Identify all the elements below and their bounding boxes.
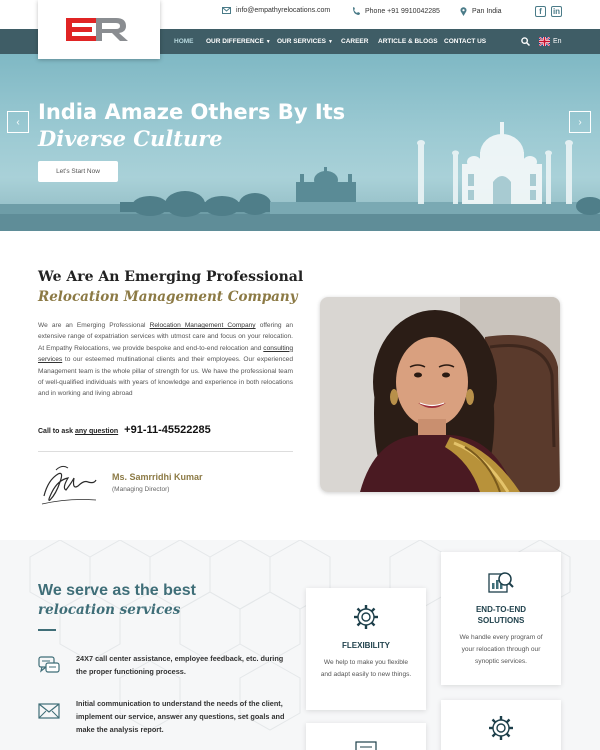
gear-icon: [489, 716, 513, 740]
relocation-management-link[interactable]: Relocation Management Company: [150, 322, 256, 329]
end-to-end-card[interactable]: END-TO-END SOLUTIONS We handle every pro…: [441, 552, 561, 685]
divider: [38, 451, 293, 452]
call-label: Call to ask any question: [38, 428, 118, 435]
hero-title: India Amaze Others By Its: [38, 100, 346, 124]
about-text-1: We are an Emerging Professional: [38, 322, 146, 329]
facebook-icon[interactable]: f: [535, 6, 546, 17]
logo-mark: [66, 17, 128, 41]
site-logo[interactable]: [38, 0, 160, 59]
nav-articles-blogs-label: ARTICLE & BLOGS: [378, 38, 438, 45]
slider-prev-button[interactable]: ‹: [7, 111, 29, 133]
service-card[interactable]: [306, 723, 426, 750]
top-bar: info@empathyrelocations.com Phone +91 99…: [0, 0, 600, 59]
nav-contact-us-label: CONTACT US: [444, 38, 487, 45]
service-item-text: 24X7 call center assistance, employee fe…: [76, 654, 284, 676]
location-contact: Pan India: [460, 7, 502, 16]
call-prefix: Call to ask: [38, 428, 74, 435]
nav-our-difference[interactable]: OUR DIFFERENCE ▼: [206, 29, 271, 54]
phone-contact[interactable]: Phone +91 9910042285: [352, 7, 440, 15]
card-description: We handle every program of your relocati…: [459, 634, 543, 665]
signature-image: [41, 465, 97, 505]
nav-our-difference-label: OUR DIFFERENCE: [206, 38, 264, 45]
director-photo: [320, 297, 560, 492]
card-title: FLEXIBILITY: [342, 641, 390, 650]
document-icon: [355, 741, 377, 750]
mail-icon: [222, 7, 231, 14]
chevron-right-icon: ›: [578, 116, 582, 128]
nav-home-label: HOME: [174, 38, 194, 45]
card-title: END-TO-END SOLUTIONS: [475, 605, 527, 625]
lets-start-button[interactable]: Let's Start Now: [38, 161, 118, 182]
nav-contact-us[interactable]: CONTACT US: [444, 29, 486, 54]
about-paragraph: We are an Emerging Professional Relocati…: [38, 320, 293, 400]
email-contact[interactable]: info@empathyrelocations.com: [222, 7, 330, 14]
chevron-down-icon: ▼: [328, 39, 333, 45]
linkedin-icon[interactable]: in: [551, 6, 562, 17]
director-portrait-illustration: [320, 297, 560, 492]
chevron-left-icon: ‹: [16, 116, 20, 128]
nav-career-label: CAREER: [341, 38, 369, 45]
envelope-icon: [38, 703, 60, 719]
search-icon[interactable]: [521, 37, 530, 46]
language-selector[interactable]: En: [553, 29, 562, 54]
service-card[interactable]: [441, 700, 561, 750]
nav-career[interactable]: CAREER: [341, 29, 368, 54]
slider-next-button[interactable]: ›: [569, 111, 591, 133]
gear-icon: [354, 605, 378, 629]
about-subheading: Relocation Management Company: [38, 289, 298, 305]
director-name: Ms. Samrridhi Kumar: [112, 472, 203, 482]
nav-our-services[interactable]: OUR SERVICES ▼: [277, 29, 333, 54]
chat-icon: [38, 656, 60, 673]
flexibility-card[interactable]: FLEXIBILITY We help to make you flexible…: [306, 588, 426, 710]
phone-icon: [353, 7, 360, 15]
about-heading: We Are An Emerging Professional: [38, 269, 304, 285]
about-text-3: to our esteemed multinational clients an…: [38, 356, 293, 398]
heading-underline: [38, 629, 56, 631]
services-subheading: relocation services: [38, 602, 181, 618]
nav-home[interactable]: HOME: [174, 29, 194, 54]
services-heading: We serve as the best: [38, 582, 197, 599]
director-role: (Managing Director): [112, 486, 170, 493]
card-description: We help to make you flexible and adapt e…: [320, 659, 412, 678]
call-to-ask: Call to ask any question +91-11-45522285: [38, 424, 211, 436]
any-question-link[interactable]: any question: [75, 428, 118, 435]
services-section: We serve as the best relocation services…: [0, 540, 600, 750]
call-phone-number[interactable]: +91-11-45522285: [124, 424, 211, 436]
email-text: info@empathyrelocations.com: [236, 7, 331, 14]
service-item-text: Initial communication to understand the …: [76, 699, 285, 734]
hero-subtitle: Diverse Culture: [38, 126, 223, 151]
location-text: Pan India: [472, 8, 502, 15]
chevron-down-icon: ▼: [265, 39, 271, 45]
analytics-icon: [488, 572, 514, 593]
hero-banner: India Amaze Others By Its Diverse Cultur…: [0, 54, 600, 231]
uk-flag-icon[interactable]: [539, 37, 550, 46]
nav-our-services-label: OUR SERVICES: [277, 38, 327, 45]
phone-text: Phone +91 9910042285: [365, 7, 440, 15]
nav-articles-blogs[interactable]: ARTICLE & BLOGS: [378, 29, 438, 54]
location-pin-icon: [460, 7, 467, 16]
